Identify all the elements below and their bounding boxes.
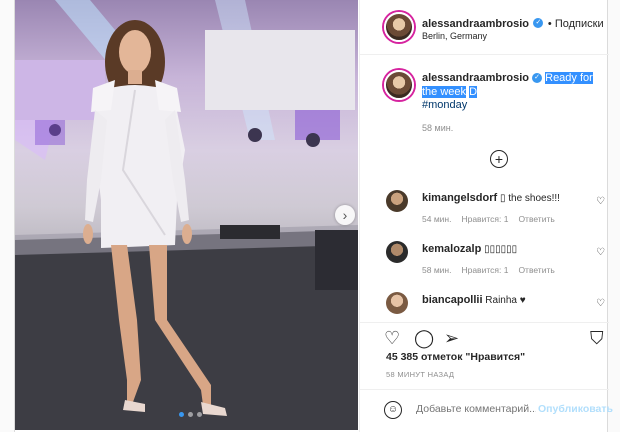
- comment-likes[interactable]: Нравится: 1: [461, 265, 508, 275]
- caption-avatar[interactable]: [384, 70, 414, 100]
- verified-badge-icon: ✓: [533, 17, 544, 28]
- following-button[interactable]: Подписки: [555, 18, 604, 30]
- post-card: › alessandraambrosio ✓ • Подписки Berlin…: [14, 0, 613, 432]
- page-background: › alessandraambrosio ✓ • Подписки Berlin…: [0, 0, 620, 432]
- share-icon[interactable]: ➢: [444, 329, 459, 347]
- caption-time[interactable]: 58 мин.: [422, 123, 602, 133]
- caption-hashtag[interactable]: #monday: [422, 99, 602, 111]
- post-sidebar: alessandraambrosio ✓ • Подписки Berlin, …: [359, 0, 613, 432]
- comment-username[interactable]: kemalozalp: [422, 243, 481, 255]
- emoji-icon[interactable]: ☺: [384, 401, 402, 419]
- caption-text-tail: D: [469, 86, 478, 98]
- comment-reply-button[interactable]: Ответить: [518, 214, 554, 224]
- load-more-comments-button[interactable]: +: [490, 150, 508, 168]
- comment-like-heart-icon[interactable]: ♡: [596, 247, 605, 258]
- commenter-avatar[interactable]: [386, 241, 408, 263]
- comment-reply-button[interactable]: Ответить: [518, 265, 554, 275]
- comment-likes[interactable]: Нравится: 1: [461, 214, 508, 224]
- post-photo[interactable]: ›: [15, 0, 358, 430]
- comment-time[interactable]: 54 мин.: [422, 214, 451, 224]
- carousel-dot: [188, 412, 193, 417]
- comment-composer: ☺ Опубликовать: [360, 389, 613, 431]
- comment-input[interactable]: [416, 403, 536, 415]
- caption-username[interactable]: alessandraambrosio: [422, 72, 529, 84]
- comment-icon[interactable]: ◯: [414, 329, 434, 347]
- caption-block: alessandraambrosio ✓ Ready for the week …: [422, 71, 602, 133]
- action-bar: ♡ ◯ ➢ ⛉: [360, 322, 609, 352]
- comment-text: ▯ the shoes!!!: [499, 193, 560, 204]
- publish-button[interactable]: Опубликовать: [538, 403, 613, 415]
- commenter-avatar[interactable]: [386, 292, 408, 314]
- likes-count[interactable]: 45 385 отметок "Нравится": [386, 351, 525, 363]
- carousel-dot-active: [179, 412, 184, 417]
- verified-badge-icon: ✓: [532, 73, 543, 84]
- carousel-dots: [179, 412, 202, 417]
- photo-illustration: [15, 0, 358, 430]
- comment-like-heart-icon[interactable]: ♡: [596, 196, 605, 207]
- author-username[interactable]: alessandraambrosio: [422, 18, 529, 30]
- comment-time[interactable]: 58 мин.: [422, 265, 451, 275]
- save-bookmark-icon[interactable]: ⛉: [590, 329, 604, 347]
- post-location[interactable]: Berlin, Germany: [422, 31, 487, 41]
- comment-text: Rainha ♥: [485, 295, 526, 306]
- post-header: alessandraambrosio ✓ • Подписки Berlin, …: [360, 0, 609, 55]
- comment-username[interactable]: kimangelsdorf: [422, 192, 497, 204]
- commenter-avatar[interactable]: [386, 190, 408, 212]
- comment-text: ▯▯▯▯▯▯: [484, 244, 518, 255]
- post-timestamp[interactable]: 58 МИНУТ НАЗАД: [386, 370, 454, 379]
- author-avatar[interactable]: [384, 12, 414, 42]
- comment-username[interactable]: biancapollii: [422, 294, 483, 306]
- like-heart-icon[interactable]: ♡: [384, 329, 400, 347]
- carousel-next-button[interactable]: ›: [335, 205, 355, 225]
- header-separator: •: [547, 18, 555, 30]
- carousel-dot: [197, 412, 202, 417]
- comment-like-heart-icon[interactable]: ♡: [596, 298, 605, 309]
